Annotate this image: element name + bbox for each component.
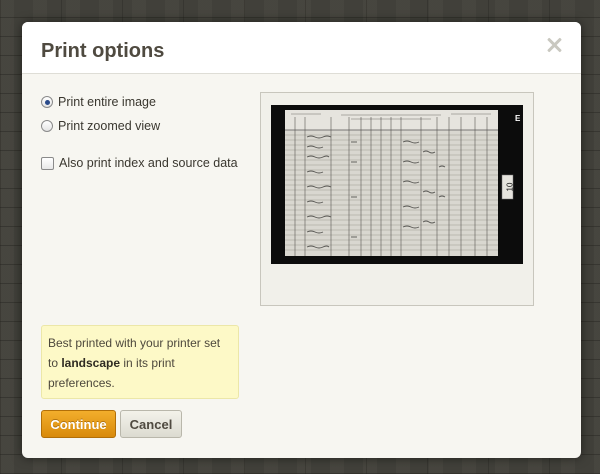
print-options-dialog: Print options Print entire image Print z… — [22, 22, 581, 458]
landscape-notice: Best printed with your printer set to la… — [41, 325, 239, 399]
option-print-entire-image[interactable]: Print entire image — [41, 95, 156, 109]
continue-button[interactable]: Continue — [41, 410, 116, 438]
dialog-header: Print options — [22, 22, 581, 74]
sheet-number-label: 10 — [506, 182, 515, 191]
checkbox-also-print-index[interactable] — [41, 156, 54, 170]
option-label: Also print index and source data — [59, 156, 238, 170]
notice-emphasis: landscape — [61, 356, 121, 370]
option-label: Print zoomed view — [58, 119, 161, 133]
cancel-button[interactable]: Cancel — [120, 410, 182, 438]
dialog-title: Print options — [41, 40, 165, 62]
census-page-thumbnail: 10 E — [271, 105, 523, 264]
page-tab-label: E — [515, 114, 521, 123]
print-preview: 10 E — [260, 92, 534, 306]
radio-print-entire-image[interactable] — [41, 96, 53, 108]
radio-print-zoomed-view[interactable] — [41, 120, 53, 132]
option-print-zoomed-view[interactable]: Print zoomed view — [41, 119, 160, 133]
close-icon[interactable] — [546, 37, 562, 53]
option-label: Print entire image — [58, 95, 156, 109]
option-also-print-index[interactable]: Also print index and source data — [41, 156, 238, 170]
